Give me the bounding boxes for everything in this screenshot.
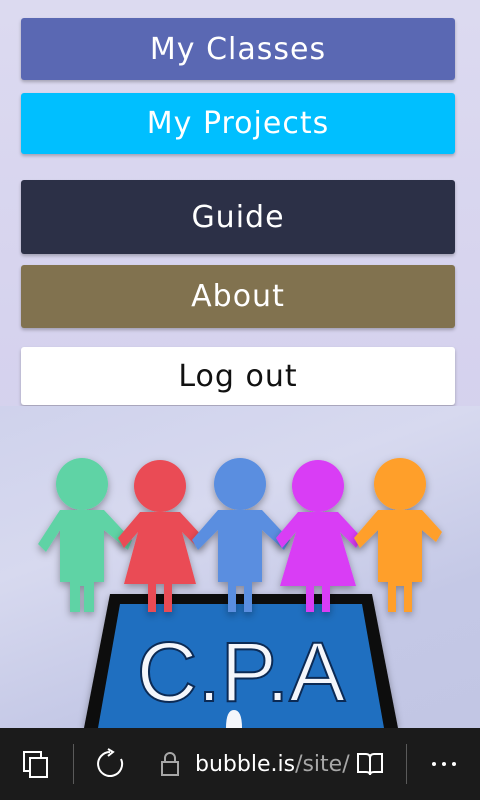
toolbar-divider bbox=[73, 744, 74, 784]
about-button[interactable]: About bbox=[21, 265, 455, 328]
child-figure-magenta bbox=[276, 460, 362, 612]
logo-text: C.P.A bbox=[137, 625, 346, 719]
log-out-button[interactable]: Log out bbox=[21, 347, 455, 405]
cpa-logo-banner: C.P.A bbox=[0, 406, 480, 728]
my-projects-button[interactable]: My Projects bbox=[21, 93, 455, 154]
cpa-logo: C.P.A bbox=[38, 458, 442, 728]
tablet-screen: C.P.A bbox=[84, 594, 398, 728]
tabs-icon[interactable] bbox=[14, 728, 58, 800]
reading-view-icon[interactable] bbox=[350, 728, 390, 800]
url-path: /site/ bbox=[295, 751, 350, 777]
child-figure-green bbox=[38, 458, 132, 612]
refresh-icon[interactable] bbox=[88, 728, 132, 800]
address-bar[interactable]: bubble.is/site/ bbox=[195, 728, 350, 800]
toolbar-divider bbox=[406, 744, 407, 784]
guide-button[interactable]: Guide bbox=[21, 180, 455, 254]
child-figure-red bbox=[118, 460, 204, 612]
browser-toolbar: bubble.is/site/ bbox=[0, 728, 480, 800]
url-host: bubble.is bbox=[195, 751, 296, 777]
my-classes-button[interactable]: My Classes bbox=[21, 18, 455, 80]
lock-icon bbox=[156, 728, 184, 800]
child-figure-orange bbox=[354, 458, 442, 612]
child-figure-blue bbox=[192, 458, 290, 612]
more-icon[interactable] bbox=[422, 728, 466, 800]
